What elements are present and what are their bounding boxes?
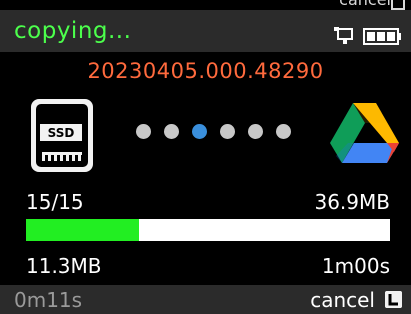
progress-dot [276, 124, 291, 139]
svg-text:SSD: SSD [48, 126, 75, 140]
copy-progress-fill [26, 219, 139, 241]
copy-progress-bar [26, 219, 390, 241]
file-count-row: 15/15 36.9MB [26, 187, 390, 217]
copy-status-row: 11.3MB 1m00s [26, 251, 390, 281]
progress-dot-active [192, 124, 207, 139]
l-key-icon [385, 291, 402, 308]
elapsed-time: 0m11s [14, 288, 83, 312]
copied-size: 11.3MB [26, 254, 102, 278]
status-header: copying... [0, 10, 411, 52]
google-drive-icon [330, 103, 399, 163]
status-text: copying... [14, 18, 132, 44]
progress-dot [248, 124, 263, 139]
progress-dot [136, 124, 151, 139]
cropped-text-fragment: cancel [339, 0, 391, 9]
cancel-button[interactable]: cancel [292, 285, 402, 314]
file-count: 15/15 [26, 190, 84, 214]
progress-dot [164, 124, 179, 139]
plug-icon [334, 27, 353, 44]
battery-icon [363, 28, 401, 45]
transfer-progress-dots [136, 124, 296, 140]
file-name: 20230405.000.48290 [87, 59, 324, 83]
cancel-label: cancel [310, 288, 375, 312]
cropped-key-fragment [391, 0, 405, 10]
ssd-icon: SSD [31, 99, 93, 172]
footer-bar: 0m11s cancel [0, 285, 411, 314]
progress-dot [220, 124, 235, 139]
total-size: 36.9MB [314, 190, 390, 214]
remaining-time: 1m00s [321, 254, 390, 278]
top-cropped-strip: cancel [0, 0, 411, 10]
